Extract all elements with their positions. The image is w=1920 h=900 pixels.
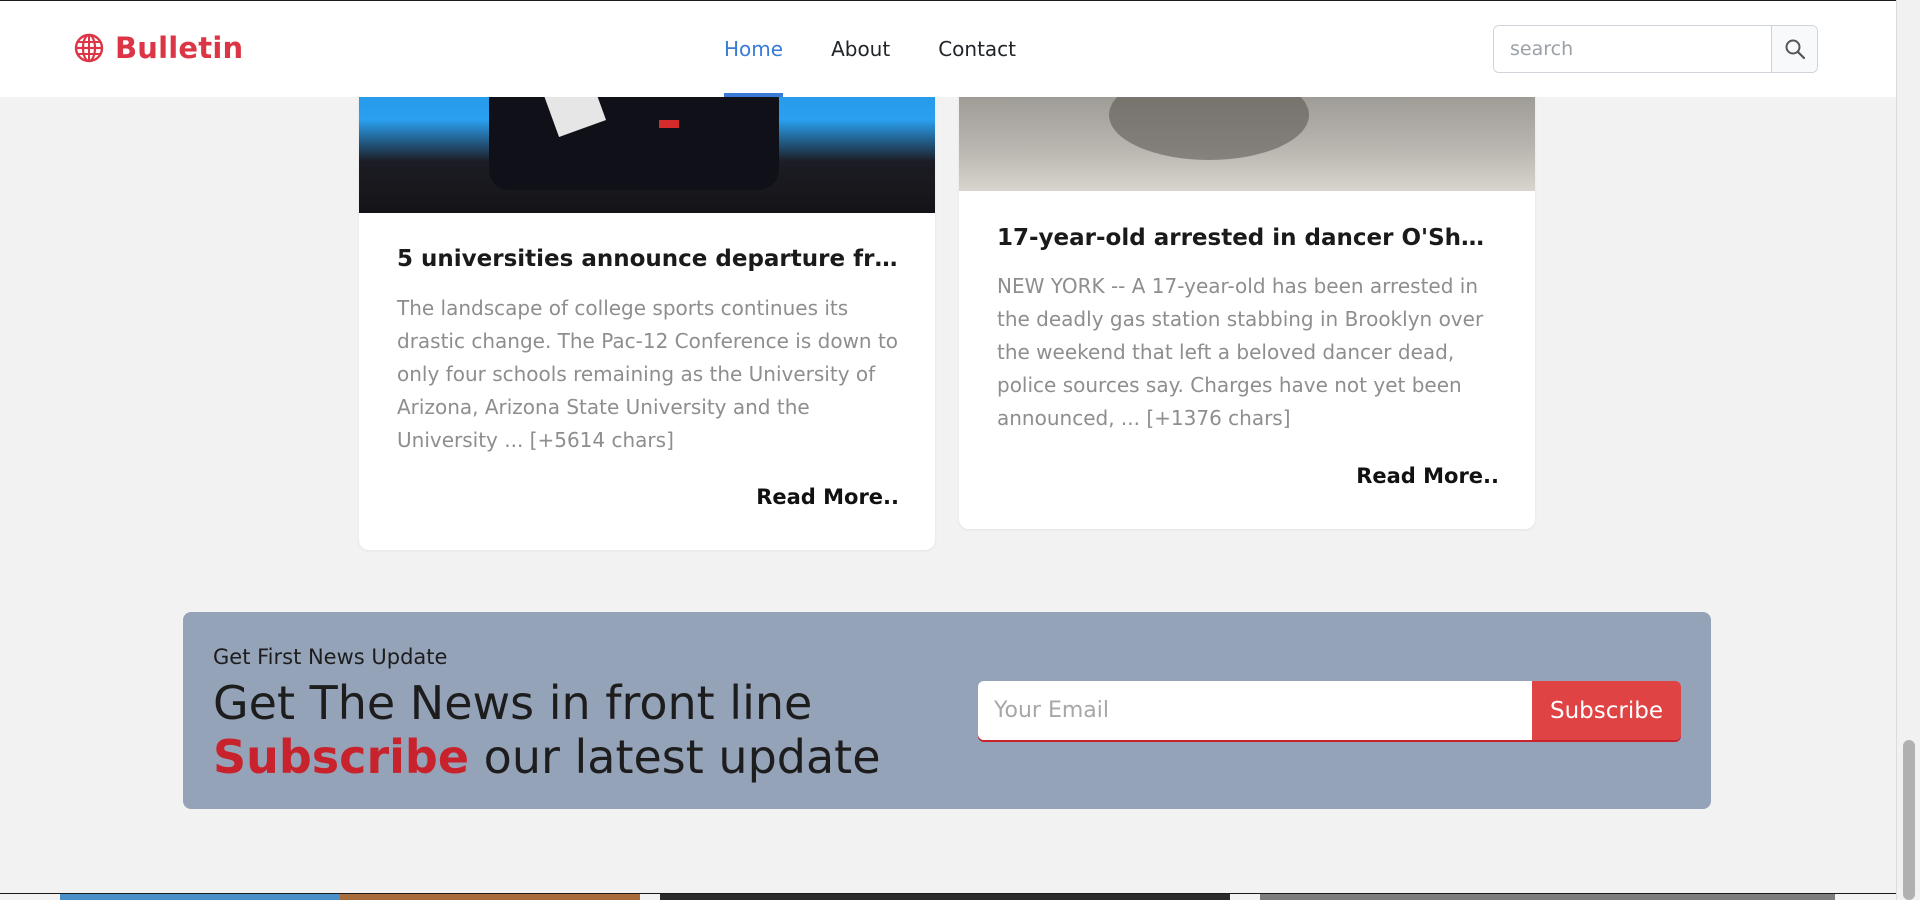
email-field[interactable] (978, 681, 1532, 740)
top-border (0, 0, 1896, 1)
newsletter-headline: Get The News in front line Subscribe our… (213, 676, 881, 784)
read-more-link[interactable]: Read More.. (1356, 464, 1499, 488)
globe-icon (74, 33, 104, 63)
page-scrollbar[interactable] (1896, 0, 1920, 900)
search-form (1493, 25, 1818, 73)
search-input[interactable] (1494, 26, 1771, 72)
subscribe-button[interactable]: Subscribe (1532, 681, 1681, 740)
read-more-link[interactable]: Read More.. (756, 485, 899, 509)
nav-item-home[interactable]: Home (724, 1, 784, 97)
subscribe-form: Subscribe (978, 681, 1681, 740)
news-card-title[interactable]: 5 universities announce departure from P… (397, 246, 899, 272)
news-card-title[interactable]: 17-year-old arrested in dancer O'Shae Si… (997, 225, 1499, 251)
newsletter-kicker: Get First News Update (213, 645, 448, 669)
newsletter-headline-accent: Subscribe (213, 730, 470, 784)
scrollbar-thumb[interactable] (1903, 740, 1915, 900)
news-card-description: The landscape of college sports continue… (397, 296, 899, 452)
next-row-images (0, 894, 1896, 900)
newsletter-headline-line1: Get The News in front line (213, 676, 813, 730)
brand-name: Bulletin (115, 31, 244, 65)
brand-logo[interactable]: Bulletin (73, 31, 243, 65)
search-icon (1785, 39, 1805, 60)
news-card-description: NEW YORK -- A 17-year-old has been arres… (997, 274, 1484, 430)
nav-item-about[interactable]: About (831, 1, 890, 97)
navbar: Bulletin Home About Contact (0, 1, 1896, 97)
nav-item-contact[interactable]: Contact (938, 1, 1016, 97)
main-nav: Home About Contact (700, 1, 1040, 97)
search-button[interactable] (1771, 26, 1817, 72)
newsletter-banner: Get First News Update Get The News in fr… (183, 612, 1711, 809)
newsletter-headline-rest: our latest update (469, 730, 881, 784)
